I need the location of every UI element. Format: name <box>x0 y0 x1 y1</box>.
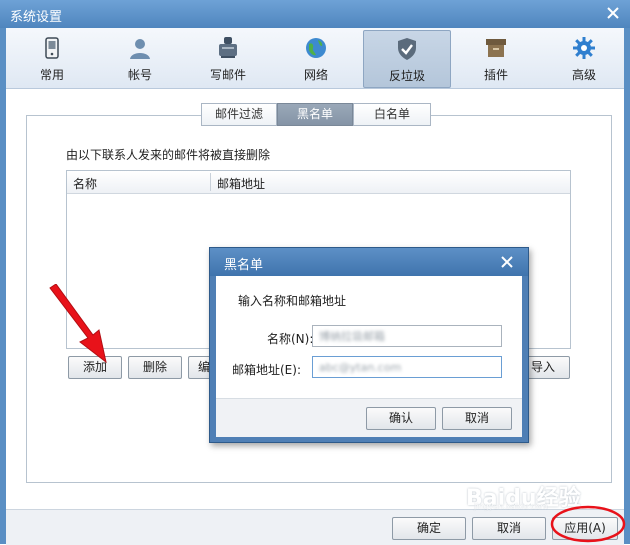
blacklist-dialog: 黑名单 输入名称和邮箱地址 名称(N): 博纳拉圾邮箱 邮箱地址(E): abc… <box>209 247 529 443</box>
dialog-body: 输入名称和邮箱地址 名称(N): 博纳拉圾邮箱 邮箱地址(E): abc@yta… <box>216 276 522 437</box>
toolbar-item-general[interactable]: 常用 <box>9 30 95 86</box>
dialog-ok-button[interactable]: 确认 <box>366 407 436 430</box>
column-header-name[interactable]: 名称 <box>73 175 97 192</box>
annotation-circle <box>550 505 626 543</box>
toolbar-item-plugins[interactable]: 插件 <box>453 30 539 86</box>
delete-button[interactable]: 删除 <box>128 356 182 379</box>
toolbar-label: 反垃圾 <box>388 69 425 83</box>
ok-button[interactable]: 确定 <box>392 517 466 540</box>
toolbar-label: 高级 <box>571 68 596 82</box>
title-bar: 系统设置 <box>0 0 630 28</box>
blacklist-description: 由以下联系人发来的邮件将被直接删除 <box>66 148 271 162</box>
shield-icon <box>398 38 416 60</box>
close-icon[interactable] <box>500 255 514 269</box>
toolbar-item-compose[interactable]: 写邮件 <box>185 30 271 86</box>
toolbar-label: 写邮件 <box>209 68 246 82</box>
name-input-value: 博纳拉圾邮箱 <box>319 330 385 343</box>
column-header-email[interactable]: 邮箱地址 <box>217 175 265 192</box>
name-input[interactable]: 博纳拉圾邮箱 <box>312 325 502 347</box>
gear-icon <box>573 37 595 59</box>
tab-mail-filter[interactable]: 邮件过滤 <box>201 103 277 126</box>
toolbar-item-advanced[interactable]: 高级 <box>541 30 627 86</box>
email-input[interactable]: abc@ytan.com <box>312 356 502 378</box>
compose-icon <box>219 37 237 58</box>
close-icon[interactable] <box>604 4 622 22</box>
globe-icon <box>306 38 326 58</box>
annotation-arrow-icon <box>49 284 107 364</box>
box-icon <box>486 39 506 57</box>
dialog-title-bar: 黑名单 <box>210 248 528 276</box>
tab-whitelist[interactable]: 白名单 <box>353 103 431 126</box>
dialog-prompt: 输入名称和邮箱地址 <box>238 294 347 308</box>
user-icon <box>130 39 150 59</box>
toolbar-label: 插件 <box>483 68 508 82</box>
email-label: 邮箱地址(E): <box>232 363 301 377</box>
tab-blacklist[interactable]: 黑名单 <box>277 103 353 126</box>
watermark-subtext: jingyan.baidu.com <box>474 502 548 511</box>
table-header: 名称 邮箱地址 <box>67 171 570 194</box>
toolbar-label: 常用 <box>39 68 64 82</box>
column-divider <box>210 173 211 191</box>
toolbar-label: 帐号 <box>127 68 152 82</box>
dialog-title: 黑名单 <box>224 258 264 273</box>
toolbar-item-antispam[interactable]: 反垃圾 <box>363 30 451 88</box>
phone-icon <box>45 37 59 59</box>
dialog-cancel-button[interactable]: 取消 <box>442 407 512 430</box>
category-toolbar: 常用 帐号 写邮件 网络 反垃圾 插件 高级 <box>6 28 624 89</box>
toolbar-item-network[interactable]: 网络 <box>273 30 359 86</box>
toolbar-label: 网络 <box>303 68 328 82</box>
email-input-value: abc@ytan.com <box>319 361 402 374</box>
name-label: 名称(N): <box>267 332 314 346</box>
toolbar-item-account[interactable]: 帐号 <box>97 30 183 86</box>
dialog-footer: 确认 取消 <box>216 398 522 437</box>
window-title: 系统设置 <box>10 10 63 25</box>
cancel-button[interactable]: 取消 <box>472 517 546 540</box>
settings-window: 系统设置 常用 帐号 写邮件 网络 反垃圾 插件 高级 邮件过滤 黑名单 白名单… <box>0 0 630 545</box>
